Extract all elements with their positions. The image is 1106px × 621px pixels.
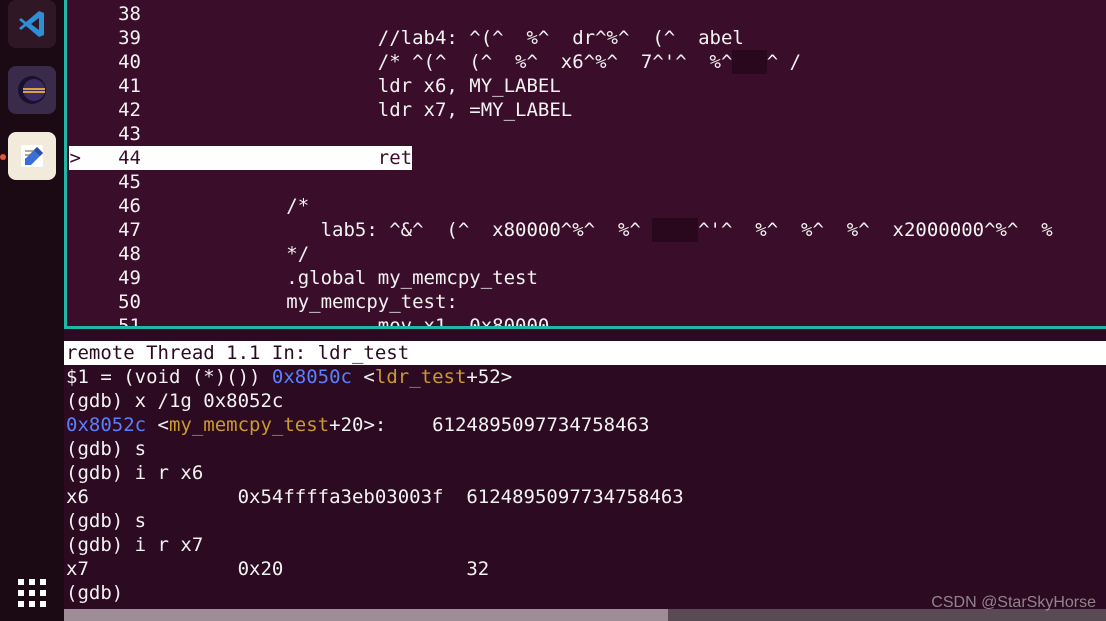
scrollbar-thumb[interactable] [64,609,668,621]
source-line-44: >44 ret [69,146,1106,170]
source-line-50: 50 my_memcpy_test: [69,290,1106,314]
gdb-line: (gdb) i r x6 [66,461,1104,485]
source-line-46: 46 /* [69,194,1106,218]
gdb-line: (gdb) x /1g 0x8052c [66,389,1104,413]
source-line-49: 49 .global my_memcpy_test [69,266,1106,290]
gdb-console[interactable]: $1 = (void (*)()) 0x8050c <ldr_test+52>(… [64,365,1106,607]
source-line-41: 41 ldr x6, MY_LABEL [69,74,1106,98]
source-line-51: 51 mov x1, 0x80000 [69,314,1106,329]
vscode-icon[interactable] [8,0,56,48]
tui-status-bar: remote Thread 1.1 In: ldr_test [64,341,1106,365]
source-line-40: 40 /* ^(^ (^ %^ x6^%^ 7^'^ %^ ^ / [69,50,1106,74]
apps-grid-icon[interactable] [0,579,64,607]
gdb-line: (gdb) s [66,437,1104,461]
gdb-line: (gdb) i r x7 [66,533,1104,557]
source-line-45: 45 [69,170,1106,194]
source-pane[interactable]: 38 39 //lab4: ^(^ %^ dr^%^ (^ abel 40 /*… [64,0,1106,329]
gedit-icon[interactable] [8,132,56,180]
source-line-43: 43 [69,122,1106,146]
source-line-42: 42 ldr x7, =MY_LABEL [69,98,1106,122]
watermark-text: CSDN @StarSkyHorse [931,591,1096,615]
source-line-48: 48 */ [69,242,1106,266]
launcher-bar [0,0,64,621]
gdb-line: $1 = (void (*)()) 0x8050c <ldr_test+52> [66,365,1104,389]
gdb-line: (gdb) s [66,509,1104,533]
gdb-line: 0x8052c <my_memcpy_test+20>: 61248950977… [66,413,1104,437]
terminal-window: 38 39 //lab4: ^(^ %^ dr^%^ (^ abel 40 /*… [64,0,1106,621]
source-line-39: 39 //lab4: ^(^ %^ dr^%^ (^ abel [69,26,1106,50]
source-line-38: 38 [69,2,1106,26]
source-line-47: 47 lab5: ^&^ (^ x80000^%^ %^ ^'^ %^ %^ %… [69,218,1106,242]
eclipse-icon[interactable] [8,66,56,114]
gdb-line: x7 0x20 32 [66,557,1104,581]
gdb-line: x6 0x54ffffa3eb03003f 612489509773475846… [66,485,1104,509]
